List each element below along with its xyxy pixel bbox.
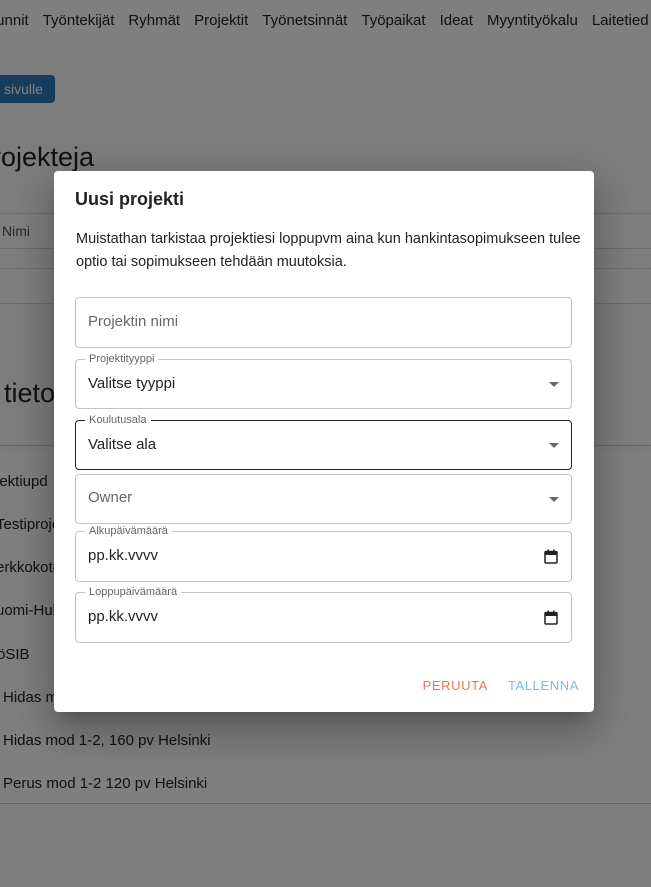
project-name-input[interactable]: Projektin nimi: [75, 297, 572, 348]
dialog-info-text: Muistathan tarkistaa projektiesi loppupv…: [76, 231, 581, 270]
end-date-label: Loppupäivämäärä: [85, 585, 182, 599]
chevron-down-icon: [549, 382, 559, 387]
chevron-down-icon: [549, 497, 559, 502]
owner-select[interactable]: Owner: [75, 474, 572, 524]
project-name-placeholder: Projektin nimi: [88, 313, 179, 330]
save-button[interactable]: TALLENNA: [508, 678, 579, 693]
owner-placeholder: Owner: [88, 489, 133, 506]
dialog-title: Uusi projekti: [75, 189, 185, 209]
project-type-label: Projektityyppi: [85, 352, 159, 366]
field-of-training-label: Koulutusala: [85, 413, 151, 427]
start-date-label: Alkupäivämäärä: [85, 524, 172, 538]
start-date-value: pp.kk.vvvv: [88, 547, 159, 564]
dialog-actions: PERUUTA TALLENNA: [423, 678, 579, 693]
field-of-training-value: Valitse ala: [88, 436, 157, 453]
project-type-select[interactable]: Projektityyppi Valitse tyyppi: [75, 352, 572, 409]
end-date-value: pp.kk.vvvv: [88, 608, 159, 625]
field-of-training-select[interactable]: Koulutusala Valitse ala: [75, 413, 572, 470]
project-type-value: Valitse tyyppi: [88, 375, 176, 392]
start-date-input[interactable]: Alkupäivämäärä pp.kk.vvvv: [75, 524, 572, 582]
cancel-button[interactable]: PERUUTA: [423, 678, 488, 693]
calendar-icon[interactable]: [544, 549, 558, 564]
calendar-icon[interactable]: [544, 610, 558, 625]
end-date-input[interactable]: Loppupäivämäärä pp.kk.vvvv: [75, 585, 572, 643]
chevron-down-icon: [549, 443, 559, 448]
new-project-dialog: Uusi projekti Muistathan tarkistaa proje…: [54, 171, 594, 712]
